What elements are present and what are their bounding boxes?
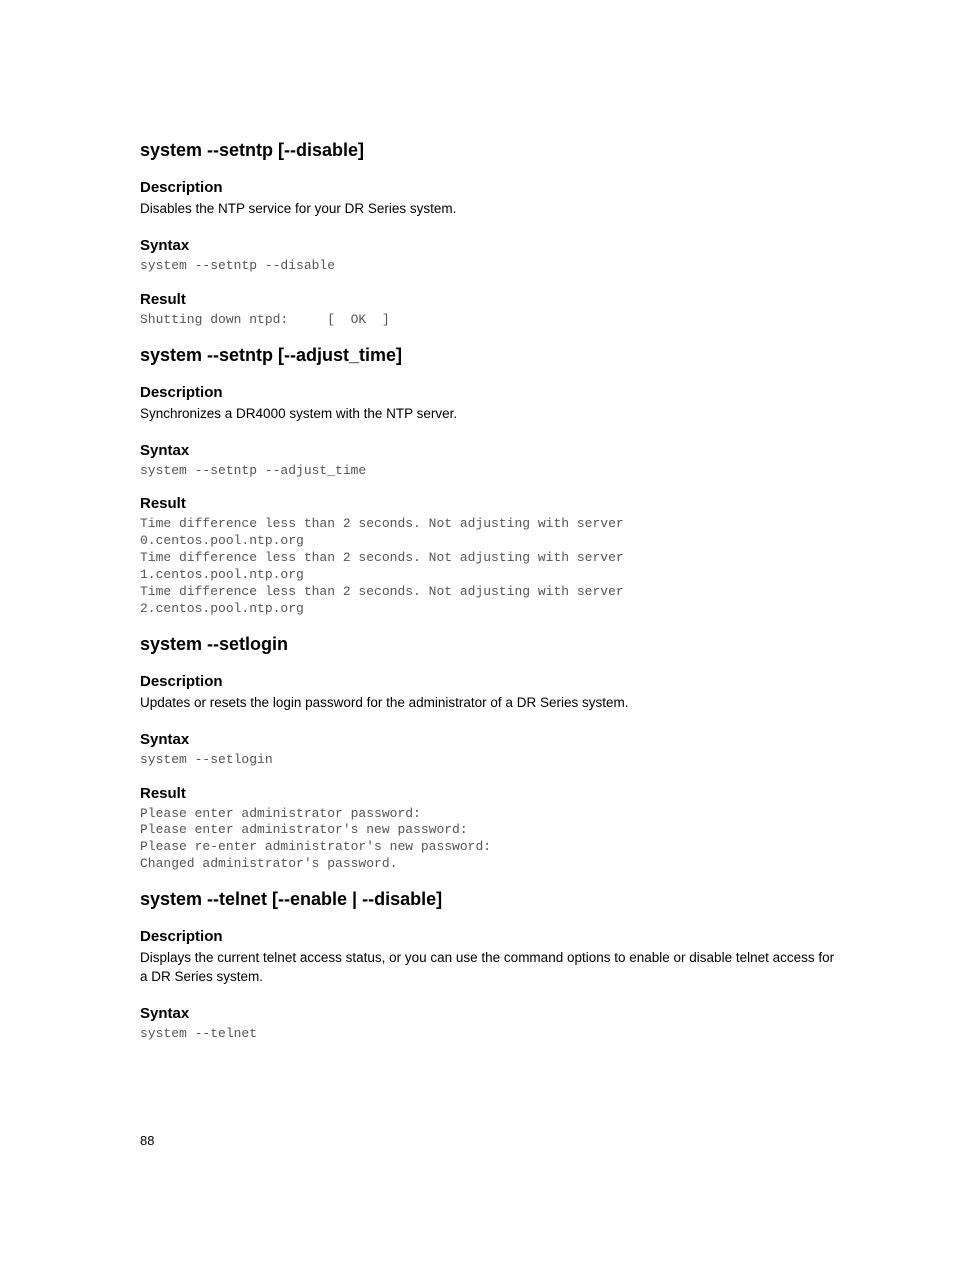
description-text: Synchronizes a DR4000 system with the NT… xyxy=(140,405,844,424)
syntax-heading: Syntax xyxy=(140,237,844,254)
section-title: system --setntp [--disable] xyxy=(140,140,844,161)
page-number: 88 xyxy=(140,1133,154,1148)
document-page: system --setntp [--disable] Description … xyxy=(0,0,954,1268)
syntax-code: system --setlogin xyxy=(140,752,844,769)
section-title: system --setntp [--adjust_time] xyxy=(140,345,844,366)
syntax-code: system --telnet xyxy=(140,1026,844,1043)
result-heading: Result xyxy=(140,291,844,308)
section-title: system --telnet [--enable | --disable] xyxy=(140,889,844,910)
syntax-heading: Syntax xyxy=(140,442,844,459)
syntax-heading: Syntax xyxy=(140,731,844,748)
description-text: Updates or resets the login password for… xyxy=(140,694,844,713)
syntax-code: system --setntp --disable xyxy=(140,258,844,275)
result-code: Time difference less than 2 seconds. Not… xyxy=(140,516,844,617)
description-heading: Description xyxy=(140,384,844,401)
syntax-code: system --setntp --adjust_time xyxy=(140,463,844,480)
description-heading: Description xyxy=(140,928,844,945)
result-code: Shutting down ntpd: [ OK ] xyxy=(140,312,844,329)
description-text: Displays the current telnet access statu… xyxy=(140,949,844,987)
syntax-heading: Syntax xyxy=(140,1005,844,1022)
description-heading: Description xyxy=(140,179,844,196)
description-text: Disables the NTP service for your DR Ser… xyxy=(140,200,844,219)
result-code: Please enter administrator password: Ple… xyxy=(140,806,844,874)
description-heading: Description xyxy=(140,673,844,690)
result-heading: Result xyxy=(140,495,844,512)
section-title: system --setlogin xyxy=(140,634,844,655)
result-heading: Result xyxy=(140,785,844,802)
